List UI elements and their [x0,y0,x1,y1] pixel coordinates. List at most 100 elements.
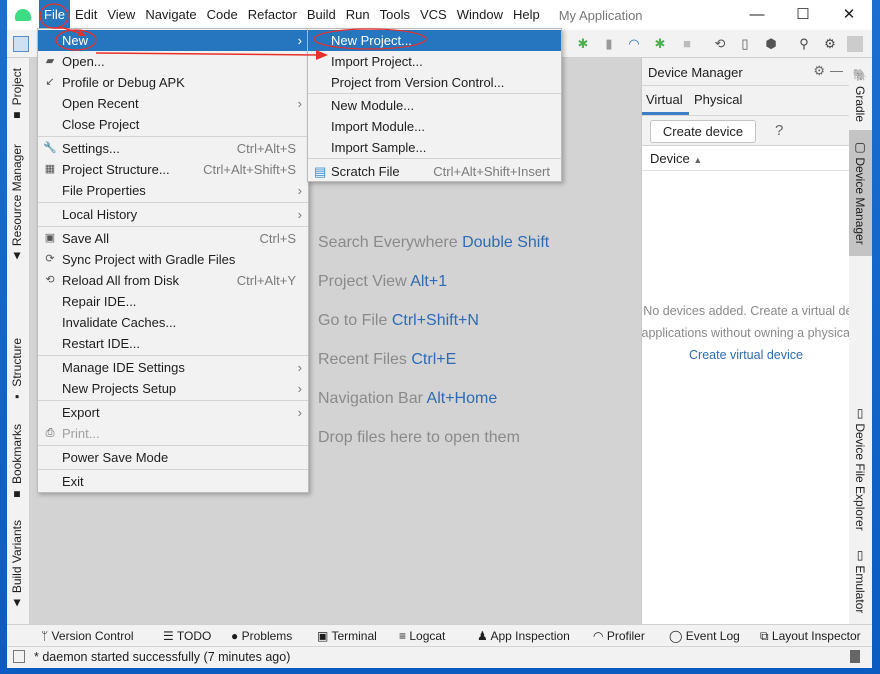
tool-tab-bookmarks[interactable]: ■ Bookmarks [10,424,24,501]
file-menu-item-manage-ide-settings[interactable]: Manage IDE Settings › [38,357,308,378]
menu-navigate[interactable]: Navigate [140,0,201,30]
hint-shortcut: Double Shift [462,234,550,251]
tool-app-inspection[interactable]: ♟ App Inspection [477,629,570,643]
hint-text: Search Everywhere [318,234,458,251]
avatar[interactable] [847,36,863,52]
tool-logcat[interactable]: ≡ Logcat [399,629,445,643]
tool-layout-inspector[interactable]: ⧉ Layout Inspector [760,629,861,644]
device-manager-icon[interactable]: ▯ [737,36,753,52]
menu-item-label: Invalidate Caches... [62,315,177,330]
tool-tab-build-variants[interactable]: ▲ Build Variants [10,520,24,611]
gradle-sync-icon[interactable]: ⟲ [712,36,728,52]
tool-terminal[interactable]: ▣ Terminal [317,629,377,643]
file-menu-item-close-project[interactable]: Close Project [38,114,308,135]
create-device-button[interactable]: Create device [650,120,756,143]
menu-run[interactable]: Run [341,0,375,30]
file-menu-item-restart-ide[interactable]: Restart IDE... [38,333,308,354]
file-menu-item-file-properties[interactable]: File Properties › [38,180,308,201]
tool-tab-device-file-explorer[interactable]: ▯ Device File Explorer [853,406,867,531]
notifications-icon[interactable] [850,650,860,663]
menu-item-label: Import Module... [331,119,425,134]
tool-tab-project[interactable]: ■ Project [10,68,24,123]
stop-icon[interactable]: ■ [679,36,695,52]
attach-icon[interactable]: ▮ [601,36,617,52]
menu-code[interactable]: Code [202,0,243,30]
menu-build[interactable]: Build [302,0,341,30]
file-menu-item-export[interactable]: Export › [38,402,308,423]
hint-shortcut: Alt+1 [410,273,448,290]
tool-tab-resource-manager[interactable]: ▲ Resource Manager [10,144,24,263]
minimize-button[interactable]: — [734,0,780,30]
file-menu-item-sync-project-with-gradle-files[interactable]: ⟳ Sync Project with Gradle Files [38,249,308,270]
menu-item-label: Exit [62,474,84,489]
sdk-manager-icon[interactable]: ⬢ [763,36,779,52]
gear-icon[interactable]: ⚙ [813,63,825,79]
tool-tab-gradle[interactable]: 🐘 Gradle [853,68,867,122]
file-menu-item-new[interactable]: New › [38,30,308,51]
file-menu-item-power-save-mode[interactable]: Power Save Mode [38,447,308,468]
maximize-button[interactable]: ☐ [780,0,826,30]
search-icon[interactable]: ⚲ [796,36,812,52]
menu-vcs[interactable]: VCS [415,0,452,30]
menu-item-label: Settings... [62,141,120,156]
tool-event-log[interactable]: ◯ Event Log [669,629,740,643]
file-menu-item-open-recent[interactable]: Open Recent › [38,93,308,114]
gear-icon[interactable]: ⚙ [822,36,838,52]
create-virtual-device-link[interactable]: Create virtual device [642,348,850,362]
tool-tab-structure[interactable]: ▪ Structure [10,338,24,404]
new-submenu-item-project-from-version-control[interactable]: Project from Version Control... [308,72,561,93]
tool-tab-device-manager[interactable]: ▢ Device Manager [853,140,867,245]
tool-tab-emulator[interactable]: ▯ Emulator [853,548,867,613]
new-submenu-item-new-project[interactable]: New Project... [308,30,561,51]
menu-view[interactable]: View [102,0,140,30]
file-menu-item-exit[interactable]: Exit [38,471,308,492]
new-submenu-item-new-module[interactable]: New Module... [308,95,561,116]
menu-file[interactable]: File [39,0,70,30]
tool-version-control[interactable]: ᛘ Version Control [41,629,134,643]
menu-item-label: Project from Version Control... [331,75,505,90]
new-submenu-item-import-project[interactable]: Import Project... [308,51,561,72]
empty-text: No devices added. Create a virtual devic… [643,304,850,318]
file-menu-item-repair-ide[interactable]: Repair IDE... [38,291,308,312]
menu-item-label: Open Recent [62,96,139,111]
apply-changes-icon[interactable]: ✱ [652,36,668,52]
debug-icon[interactable]: ✱ [575,36,591,52]
tool-profiler[interactable]: ◠ Profiler [593,629,645,643]
profiler-icon[interactable]: ◠ [626,36,642,52]
file-menu-item-open[interactable]: ▰ Open... [38,51,308,72]
file-menu-item-invalidate-caches[interactable]: Invalidate Caches... [38,312,308,333]
column-header-device[interactable]: Device ▲ [642,146,849,171]
chevron-right-icon: › [297,207,302,222]
new-submenu-item-import-module[interactable]: Import Module... [308,116,561,137]
menu-item-label: Open... [62,54,105,69]
menu-refactor[interactable]: Refactor [243,0,302,30]
tool-todo[interactable]: ☰ TODO [163,629,211,643]
file-menu-item-local-history[interactable]: Local History › [38,204,308,225]
file-menu-item-profile-or-debug-apk[interactable]: ↙ Profile or Debug APK [38,72,308,93]
file-menu-item-reload-all-from-disk[interactable]: ⟲ Reload All from Disk Ctrl+Alt+Y [38,270,308,291]
tool-problems[interactable]: ● Problems [231,629,292,643]
help-button[interactable]: ? [775,122,783,139]
new-submenu-item-import-sample[interactable]: Import Sample... [308,137,561,158]
minimize-panel-icon[interactable]: — [830,63,843,78]
file-menu-item-print[interactable]: ⎙ Print... [38,423,308,444]
file-menu-item-settings[interactable]: 🔧 Settings... Ctrl+Alt+S [38,138,308,159]
menu-item-label: Import Project... [331,54,423,69]
close-button[interactable]: ✕ [826,0,872,30]
menu-help[interactable]: Help [508,0,545,30]
menu-tools[interactable]: Tools [375,0,415,30]
toggle-tool-windows-icon[interactable] [13,650,25,663]
wrench-icon: 🔧 [43,142,57,154]
file-menu-item-new-projects-setup[interactable]: New Projects Setup › [38,378,308,399]
tab-virtual[interactable]: Virtual [646,92,683,107]
menu-item-label: Manage IDE Settings [62,360,185,375]
project-structure-icon: ▦ [44,163,56,175]
menu-window[interactable]: Window [452,0,508,30]
new-submenu-item-scratch-file[interactable]: ▤ Scratch File Ctrl+Alt+Shift+Insert [308,161,561,182]
layout-icon[interactable] [13,36,29,52]
tool-tab-label: Bookmarks [10,424,24,485]
menu-edit[interactable]: Edit [70,0,102,30]
file-menu-item-project-structure[interactable]: ▦ Project Structure... Ctrl+Alt+Shift+S [38,159,308,180]
tab-physical[interactable]: Physical [694,92,742,107]
file-menu-item-save-all[interactable]: ▣ Save All Ctrl+S [38,228,308,249]
